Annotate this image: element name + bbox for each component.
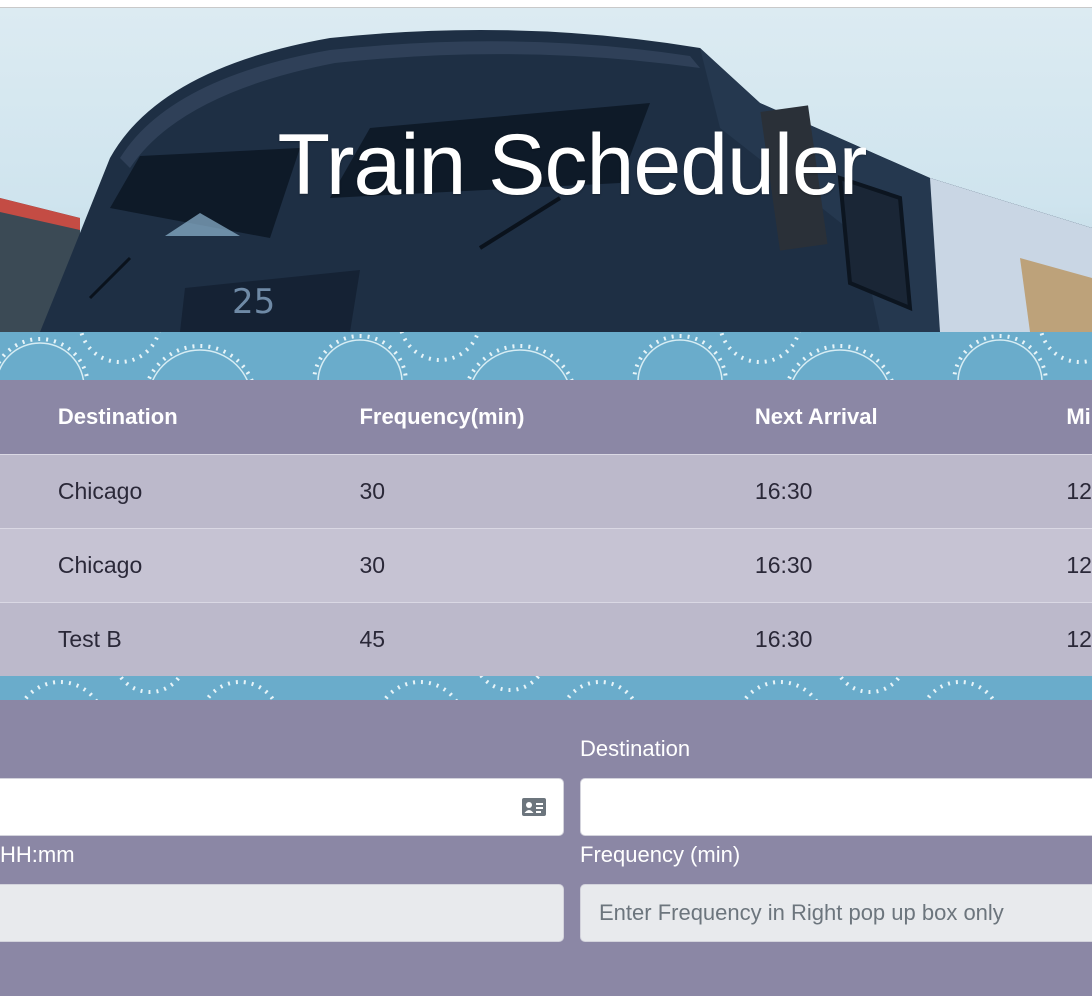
row-spacer — [0, 602, 58, 676]
cell-minutes-away: 12 — [1066, 477, 1092, 504]
table-row: Chicago 30 16:30 12 — [0, 454, 1092, 528]
cell-frequency: 45 — [359, 625, 386, 652]
cell-frequency: 30 — [359, 477, 386, 504]
header-destination: Destination — [57, 403, 178, 429]
cell-destination: Test B — [57, 625, 122, 652]
first-train-time-label: HH:mm — [0, 842, 75, 867]
tracks-pattern-band — [0, 676, 1092, 700]
row-spacer — [0, 528, 58, 602]
tracks-pattern-band — [0, 332, 1092, 380]
cell-next-arrival: 16:30 — [754, 625, 813, 652]
page-title: Train Scheduler — [277, 117, 868, 213]
train-schedule-table: Destination Frequency(min) Next Arrival … — [0, 380, 1092, 676]
cell-next-arrival: 16:30 — [754, 477, 813, 504]
table-row: Chicago 30 16:30 12 — [0, 528, 1092, 602]
header-frequency: Frequency(min) — [359, 403, 525, 429]
cell-minutes-away: 12 — [1066, 625, 1092, 652]
svg-text:25: 25 — [232, 282, 275, 322]
cell-frequency: 30 — [359, 551, 386, 578]
first-train-time-input[interactable] — [0, 884, 564, 942]
header-minutes-away: Mi — [1066, 403, 1091, 429]
table-header-spacer — [0, 380, 58, 454]
row-spacer — [0, 454, 58, 528]
hero-banner: 25 Train Scheduler — [0, 8, 1092, 332]
frequency-input[interactable]: Enter Frequency in Right pop up box only — [580, 884, 1092, 942]
table-header-row: Destination Frequency(min) Next Arrival … — [0, 380, 1092, 454]
frequency-label: Frequency (min) — [580, 842, 741, 867]
destination-label: Destination — [580, 736, 691, 761]
table-row: Test B 45 16:30 12 — [0, 602, 1092, 676]
cell-next-arrival: 16:30 — [754, 551, 813, 578]
cell-destination: Chicago — [57, 477, 143, 504]
add-train-form: Destination HH:mm Frequency (min) Enter … — [0, 700, 1092, 996]
browser-top-edge — [0, 0, 1092, 8]
header-next-arrival: Next Arrival — [754, 403, 878, 429]
cell-destination: Chicago — [57, 551, 143, 578]
frequency-placeholder: Enter Frequency in Right pop up box only — [599, 900, 1004, 925]
train-name-input[interactable] — [0, 778, 564, 836]
contact-card-icon — [522, 798, 546, 816]
destination-input[interactable] — [580, 778, 1092, 836]
cell-minutes-away: 12 — [1066, 551, 1092, 578]
